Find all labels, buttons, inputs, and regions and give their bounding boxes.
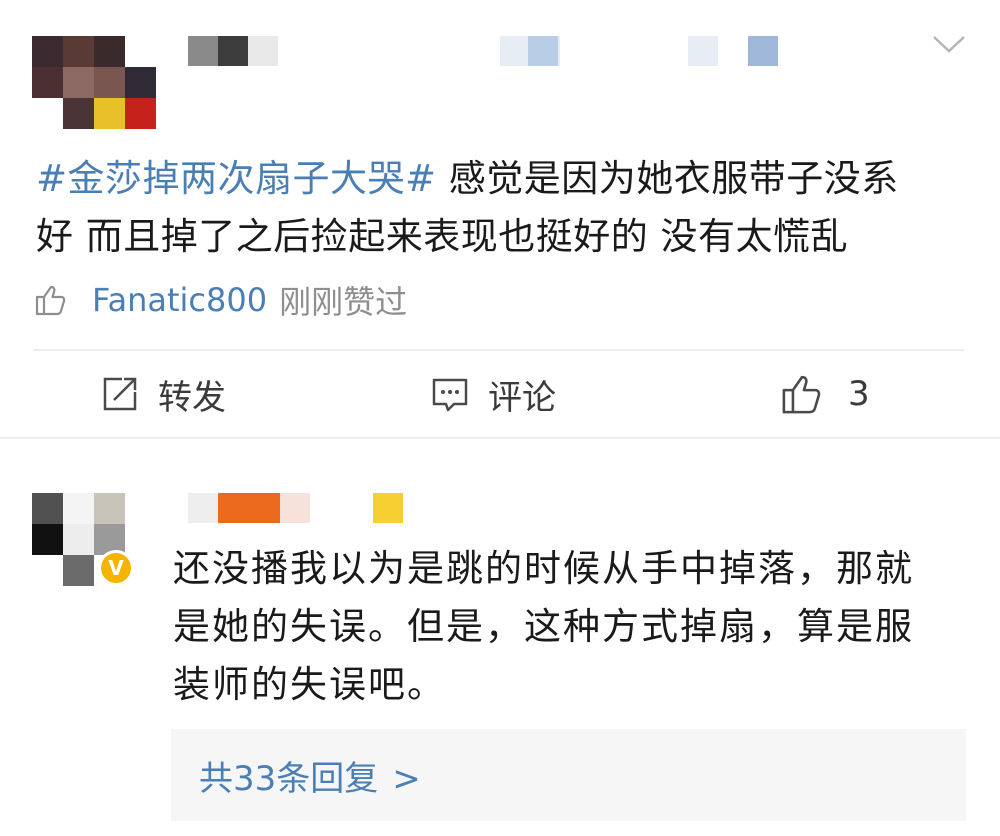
like-button[interactable]: 3: [780, 366, 870, 422]
chevron-right-icon: >: [392, 758, 421, 799]
repost-icon: [103, 377, 137, 411]
replies-label: 共33条回复: [199, 758, 379, 799]
chevron-down-icon[interactable]: [932, 34, 966, 54]
topic-link[interactable]: #金莎掉两次扇子大哭#: [36, 157, 437, 200]
source-redacted-3: [688, 36, 718, 66]
source-redacted-2: [528, 36, 558, 66]
username-redacted-2: [218, 36, 248, 66]
section-divider: [0, 437, 1000, 439]
source-redacted-4: [748, 36, 778, 66]
commenter-badge-redacted: [373, 493, 403, 523]
comment-button[interactable]: 评论: [430, 366, 556, 422]
thumbs-up-icon: [35, 285, 66, 316]
repost-label: 转发: [158, 377, 226, 418]
liked-by-row: Fanatic800 刚刚赞过: [34, 280, 408, 321]
post-text-line1: 感觉是因为她衣服带子没系: [436, 157, 899, 200]
post-text: #金莎掉两次扇子大哭# 感觉是因为她衣服带子没系 好 而且掉了之后捡起来表现也挺…: [36, 150, 966, 266]
commenter-name-redacted-2: [218, 493, 280, 523]
comment-label: 评论: [488, 377, 556, 418]
username-redacted[interactable]: [188, 36, 218, 66]
liker-username[interactable]: Fanatic800: [92, 281, 267, 319]
like-count: 3: [848, 374, 870, 414]
post-text-line2: 好 而且掉了之后捡起来表现也挺好的 没有太慌乱: [36, 215, 849, 258]
comment-line3: 装师的失误吧。: [173, 663, 446, 706]
avatar[interactable]: [32, 36, 156, 129]
comment-line1: 还没播我以为是跳的时候从手中掉落，那就: [173, 547, 914, 590]
verified-badge-icon: V: [98, 550, 134, 586]
comment-line2: 是她的失误。但是，这种方式掉扇，算是服: [173, 605, 914, 648]
like-time: 刚刚赞过: [279, 283, 408, 321]
divider: [34, 349, 964, 351]
comment-text: 还没播我以为是跳的时候从手中掉落，那就 是她的失误。但是，这种方式掉扇，算是服 …: [173, 540, 963, 714]
comment-icon: [432, 378, 468, 412]
commenter-name-redacted-3: [280, 493, 310, 523]
repost-button[interactable]: 转发: [100, 366, 226, 422]
commenter-name-redacted[interactable]: [188, 493, 218, 523]
username-redacted-3: [248, 36, 278, 66]
thumbs-up-icon: [782, 375, 821, 414]
view-replies-link[interactable]: 共33条回复 >: [199, 751, 421, 800]
replies-box[interactable]: 共33条回复 >: [171, 729, 966, 821]
